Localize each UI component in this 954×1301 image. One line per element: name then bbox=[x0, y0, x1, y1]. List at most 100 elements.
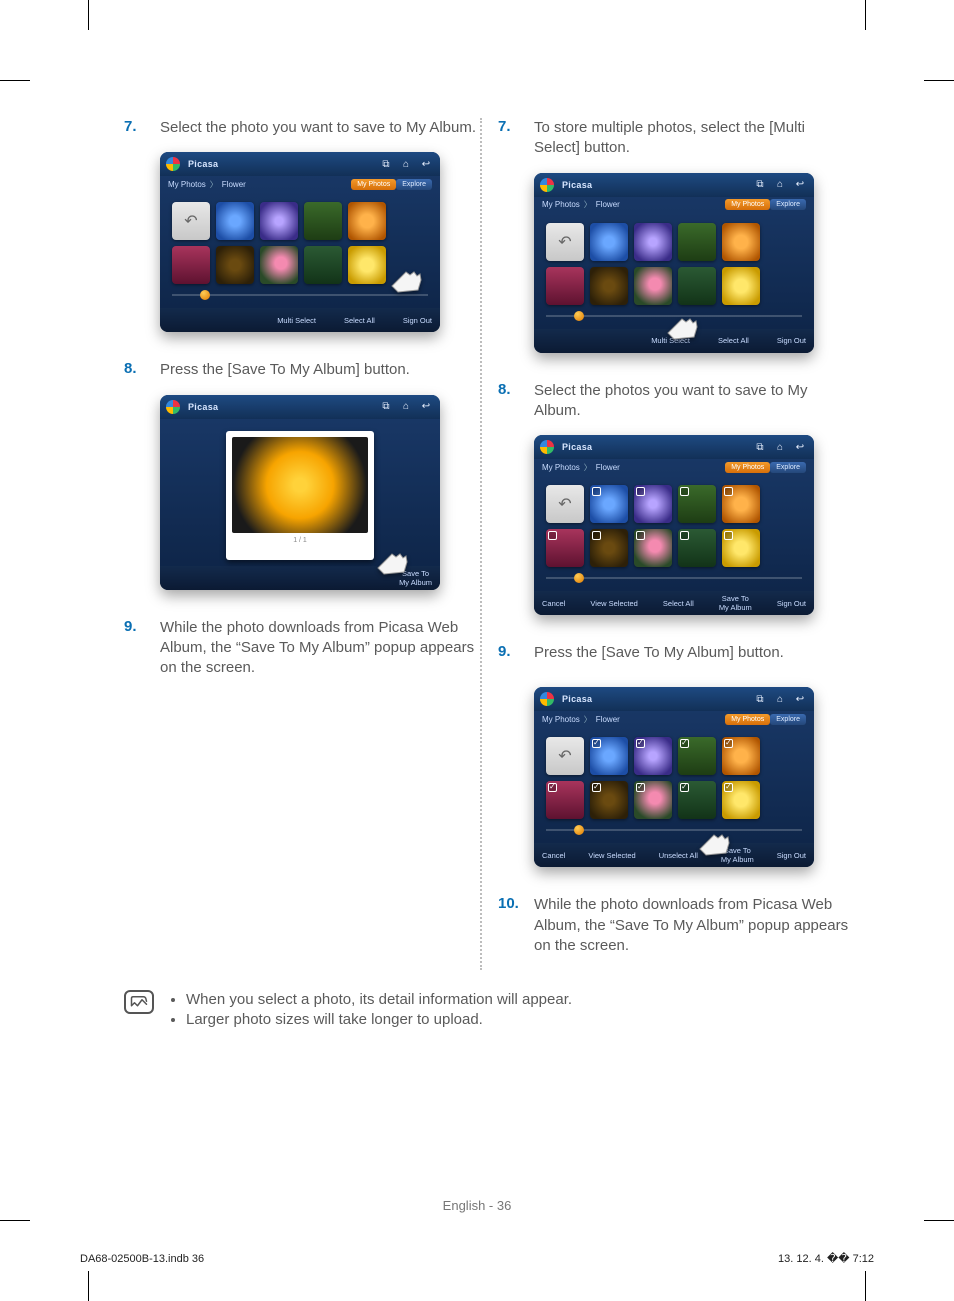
thumb bbox=[546, 267, 584, 305]
tab-my-photos: My Photos bbox=[351, 179, 396, 190]
pager-dot-icon bbox=[574, 825, 584, 835]
footer-cancel: Cancel bbox=[542, 851, 565, 860]
screenshot-wrap: Picasa ⧉ ⌂ ↩ My Photos 〉 Flower My Photo… bbox=[534, 173, 854, 353]
save-icon: ⧉ bbox=[378, 400, 394, 414]
page-number: English - 36 bbox=[0, 1198, 954, 1213]
breadcrumb-root: My Photos bbox=[168, 180, 206, 189]
tab-explore: Explore bbox=[770, 714, 806, 725]
photo-counter: 1 / 1 bbox=[232, 537, 368, 544]
back-icon: ↩ bbox=[418, 400, 434, 414]
footer-view-selected: View Selected bbox=[590, 599, 637, 608]
picasa-logo-icon bbox=[166, 157, 180, 171]
screenshot-wrap: Picasa ⧉ ⌂ ↩ 1 / 1 bbox=[160, 395, 480, 590]
picasa-logo-icon bbox=[540, 692, 554, 706]
tab-my-photos: My Photos bbox=[725, 199, 770, 210]
save-icon: ⧉ bbox=[752, 692, 768, 706]
footer-sign-out: Sign Out bbox=[777, 851, 806, 860]
footer-save-to-my-album: Save ToMy Album bbox=[721, 846, 754, 864]
back-icon: ↩ bbox=[792, 178, 808, 192]
step-number: 9. bbox=[124, 618, 160, 679]
thumb bbox=[590, 529, 628, 567]
step-item: 9. Press the [Save To My Album] button. bbox=[498, 643, 854, 663]
step-item: 10. While the photo downloads from Picas… bbox=[498, 895, 854, 956]
thumb bbox=[216, 246, 254, 284]
thumb bbox=[634, 267, 672, 305]
thumb-back: ↶ bbox=[546, 485, 584, 523]
app-brand: Picasa bbox=[188, 402, 218, 412]
step-text: Press the [Save To My Album] button. bbox=[160, 360, 410, 380]
note-icon bbox=[124, 990, 154, 1014]
screenshot-wrap: Picasa ⧉ ⌂ ↩ My Photos 〉 Flower My Photo… bbox=[534, 687, 854, 867]
step-item: 8. Select the photos you want to save to… bbox=[498, 381, 854, 422]
step-number: 7. bbox=[124, 118, 160, 138]
thumb bbox=[722, 529, 760, 567]
picasa-logo-icon bbox=[540, 440, 554, 454]
thumb bbox=[260, 202, 298, 240]
note-block: When you select a photo, its detail info… bbox=[124, 990, 854, 1031]
thumb bbox=[678, 737, 716, 775]
step-number: 9. bbox=[498, 643, 534, 663]
breadcrumb-sep: 〉 bbox=[210, 179, 218, 190]
thumb bbox=[348, 202, 386, 240]
doc-id: DA68-02500B-13.indb 36 bbox=[80, 1253, 204, 1265]
app-brand: Picasa bbox=[562, 180, 592, 190]
screenshot-wrap: Picasa ⧉ ⌂ ↩ My Photos 〉 Flower My Photo… bbox=[160, 152, 480, 332]
thumb bbox=[590, 781, 628, 819]
thumb bbox=[260, 246, 298, 284]
crop-mark bbox=[0, 80, 30, 81]
thumb bbox=[722, 781, 760, 819]
breadcrumb-root: My Photos bbox=[542, 715, 580, 724]
breadcrumb-album: Flower bbox=[596, 463, 620, 472]
step-item: 7. To store multiple photos, select the … bbox=[498, 118, 854, 159]
step-text: Select the photos you want to save to My… bbox=[534, 381, 854, 422]
thumb bbox=[634, 781, 672, 819]
thumb bbox=[216, 202, 254, 240]
pager-dot-icon bbox=[200, 290, 210, 300]
crop-mark bbox=[88, 1271, 89, 1301]
home-icon: ⌂ bbox=[772, 178, 788, 192]
picasa-screenshot-browse: Picasa ⧉ ⌂ ↩ My Photos 〉 Flower My Photo… bbox=[160, 152, 440, 332]
back-icon: ↩ bbox=[418, 157, 434, 171]
thumb bbox=[722, 737, 760, 775]
crop-mark bbox=[924, 1220, 954, 1221]
picasa-screenshot-multiselect-checked: Picasa ⧉ ⌂ ↩ My Photos 〉 Flower My Photo… bbox=[534, 687, 814, 867]
crop-mark bbox=[865, 0, 866, 30]
picasa-logo-icon bbox=[166, 400, 180, 414]
footer-multi-select: Multi Select bbox=[651, 336, 690, 345]
footer-sign-out: Sign Out bbox=[403, 316, 432, 325]
app-brand: Picasa bbox=[562, 442, 592, 452]
note-item: When you select a photo, its detail info… bbox=[186, 990, 572, 1010]
page-content: 7. Select the photo you want to save to … bbox=[124, 118, 854, 1031]
home-icon: ⌂ bbox=[398, 157, 414, 171]
back-icon: ↩ bbox=[792, 440, 808, 454]
thumb bbox=[590, 267, 628, 305]
footer-save-to-my-album: Save ToMy Album bbox=[719, 594, 752, 612]
footer-view-selected: View Selected bbox=[588, 851, 635, 860]
step-number: 10. bbox=[498, 895, 534, 956]
step-text: While the photo downloads from Picasa We… bbox=[534, 895, 854, 956]
save-icon: ⧉ bbox=[752, 440, 768, 454]
home-icon: ⌂ bbox=[398, 400, 414, 414]
step-text: Select the photo you want to save to My … bbox=[160, 118, 476, 138]
thumb bbox=[634, 529, 672, 567]
save-icon: ⧉ bbox=[378, 157, 394, 171]
thumb bbox=[590, 485, 628, 523]
picasa-logo-icon bbox=[540, 178, 554, 192]
breadcrumb-root: My Photos bbox=[542, 463, 580, 472]
home-icon: ⌂ bbox=[772, 440, 788, 454]
footer-unselect-all: Unselect All bbox=[659, 851, 698, 860]
save-icon: ⧉ bbox=[752, 178, 768, 192]
thumb bbox=[678, 485, 716, 523]
home-icon: ⌂ bbox=[772, 692, 788, 706]
app-brand: Picasa bbox=[188, 159, 218, 169]
thumb bbox=[722, 267, 760, 305]
pager-dot-icon bbox=[574, 311, 584, 321]
picasa-screenshot-multiselect: Picasa ⧉ ⌂ ↩ My Photos 〉 Flower My Photo… bbox=[534, 435, 814, 615]
thumb bbox=[678, 267, 716, 305]
tab-explore: Explore bbox=[396, 179, 432, 190]
step-number: 8. bbox=[498, 381, 534, 422]
app-brand: Picasa bbox=[562, 694, 592, 704]
footer-multi-select: Multi Select bbox=[277, 316, 316, 325]
thumb bbox=[348, 246, 386, 284]
step-number: 8. bbox=[124, 360, 160, 380]
